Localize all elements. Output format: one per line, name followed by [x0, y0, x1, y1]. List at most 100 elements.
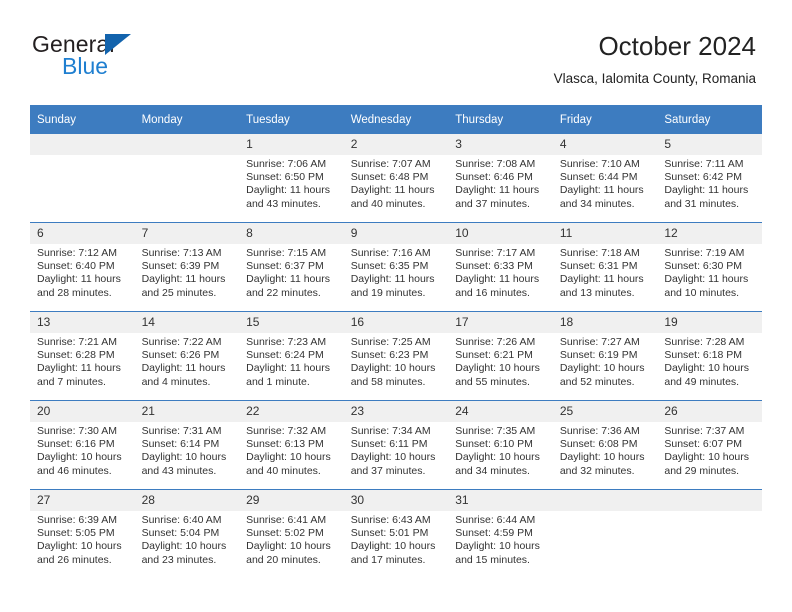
day-number: 21: [134, 401, 240, 422]
day-details: Sunrise: 7:17 AM Sunset: 6:33 PM Daylight:…: [448, 244, 553, 300]
day-cell[interactable]: 1 Sunrise: 7:06 AM Sunset: 6:50 PM Daylight…: [239, 134, 344, 223]
day-number: 26: [657, 401, 762, 422]
sunset-text: Sunset: 6:23 PM: [350, 349, 429, 362]
day-number: 29: [239, 490, 344, 511]
sunset-text: Sunset: 6:48 PM: [350, 171, 429, 184]
day-number: 19: [657, 312, 762, 333]
day-cell[interactable]: 23 Sunrise: 7:34 AM Sunset: 6:11 PM Dayligh…: [343, 400, 449, 490]
day-details: Sunrise: 7:27 AM Sunset: 6:19 PM Daylight:…: [553, 333, 658, 389]
sunset-text: Sunset: 6:24 PM: [246, 349, 324, 362]
day-cell[interactable]: 24 Sunrise: 7:35 AM Sunset: 6:10 PM Dayligh…: [448, 400, 553, 490]
day-number: 17: [448, 312, 553, 333]
calendar-week-row: 13 Sunrise: 7:21 AM Sunset: 6:28 PM Dayligh…: [30, 311, 762, 401]
sunset-text: Sunset: 6:39 PM: [141, 260, 220, 273]
day-number: 28: [134, 490, 240, 511]
day-number: 16: [343, 312, 449, 333]
day-number: 30: [343, 490, 449, 511]
daylight-text: Daylight: 10 hours and 49 minutes.: [664, 362, 750, 388]
day-cell[interactable]: 3 Sunrise: 7:08 AM Sunset: 6:46 PM Daylight…: [448, 134, 553, 223]
day-details: Sunrise: 6:40 AM Sunset: 5:04 PM Daylight:…: [135, 511, 240, 567]
daylight-text: Daylight: 11 hours and 16 minutes.: [455, 273, 540, 299]
day-cell[interactable]: 9 Sunrise: 7:16 AM Sunset: 6:35 PM Daylight…: [343, 222, 449, 312]
calendar-page: General Blue October 2024 Vlasca, Ialomi…: [0, 0, 792, 612]
day-cell[interactable]: 21 Sunrise: 7:31 AM Sunset: 6:14 PM Dayligh…: [134, 400, 240, 490]
sunset-text: Sunset: 6:37 PM: [246, 260, 324, 273]
weekday-header-wednesday: Wednesday: [343, 105, 449, 134]
day-cell[interactable]: 16 Sunrise: 7:25 AM Sunset: 6:23 PM Dayligh…: [343, 311, 449, 401]
day-number: 5: [657, 134, 762, 155]
sunset-text: Sunset: 6:13 PM: [246, 438, 324, 451]
page-header: General Blue October 2024 Vlasca, Ialomi…: [0, 0, 792, 100]
day-cell[interactable]: 11 Sunrise: 7:18 AM Sunset: 6:31 PM Dayligh…: [552, 222, 658, 312]
day-cell[interactable]: 27 Sunrise: 6:39 AM Sunset: 5:05 PM Dayligh…: [30, 489, 135, 578]
daylight-text: Daylight: 10 hours and 29 minutes.: [664, 451, 750, 477]
day-cell[interactable]: 2 Sunrise: 7:07 AM Sunset: 6:48 PM Daylight…: [343, 134, 449, 223]
weekday-header-monday: Monday: [134, 105, 240, 134]
calendar-week-row: 1 Sunrise: 7:06 AM Sunset: 6:50 PM Daylight…: [30, 134, 762, 223]
weekday-header-sunday: Sunday: [30, 105, 135, 134]
daylight-text: Daylight: 11 hours and 34 minutes.: [559, 184, 644, 210]
day-cell[interactable]: 7 Sunrise: 7:13 AM Sunset: 6:39 PM Daylight…: [134, 222, 240, 312]
day-cell[interactable]: 19 Sunrise: 7:28 AM Sunset: 6:18 PM Dayligh…: [657, 311, 762, 401]
sunset-text: Sunset: 6:44 PM: [559, 171, 638, 184]
day-cell[interactable]: 29 Sunrise: 6:41 AM Sunset: 5:02 PM Dayligh…: [239, 489, 344, 578]
daylight-text: Daylight: 10 hours and 55 minutes.: [455, 362, 540, 388]
daylight-text: Daylight: 11 hours and 19 minutes.: [350, 273, 435, 299]
day-number: [552, 490, 658, 511]
day-cell[interactable]: 22 Sunrise: 7:32 AM Sunset: 6:13 PM Dayligh…: [239, 400, 344, 490]
daylight-text: Daylight: 11 hours and 31 minutes.: [664, 184, 749, 210]
sunset-text: Sunset: 6:08 PM: [559, 438, 638, 451]
day-cell[interactable]: 14 Sunrise: 7:22 AM Sunset: 6:26 PM Dayligh…: [134, 311, 240, 401]
daylight-text: Daylight: 10 hours and 58 minutes.: [350, 362, 436, 388]
day-details: Sunrise: 7:34 AM Sunset: 6:11 PM Daylight:…: [344, 422, 449, 478]
day-number: 14: [134, 312, 240, 333]
day-details: Sunrise: 6:41 AM Sunset: 5:02 PM Daylight:…: [239, 511, 344, 567]
day-number: 2: [343, 134, 449, 155]
day-cell[interactable]: 8 Sunrise: 7:15 AM Sunset: 6:37 PM Daylight…: [239, 222, 344, 312]
daylight-text: Daylight: 10 hours and 46 minutes.: [37, 451, 122, 477]
day-cell[interactable]: 10 Sunrise: 7:17 AM Sunset: 6:33 PM Dayligh…: [448, 222, 553, 312]
day-number: [30, 134, 135, 155]
day-cell[interactable]: 4 Sunrise: 7:10 AM Sunset: 6:44 PM Daylight…: [552, 134, 658, 223]
day-cell[interactable]: 26 Sunrise: 7:37 AM Sunset: 6:07 PM Dayligh…: [657, 400, 762, 490]
day-cell[interactable]: 18 Sunrise: 7:27 AM Sunset: 6:19 PM Dayligh…: [552, 311, 658, 401]
day-details: Sunrise: 7:08 AM Sunset: 6:46 PM Daylight:…: [448, 155, 553, 211]
day-cell[interactable]: 28 Sunrise: 6:40 AM Sunset: 5:04 PM Dayligh…: [134, 489, 240, 578]
day-cell[interactable]: 25 Sunrise: 7:36 AM Sunset: 6:08 PM Dayligh…: [552, 400, 658, 490]
day-cell[interactable]: 15 Sunrise: 7:23 AM Sunset: 6:24 PM Dayligh…: [239, 311, 344, 401]
day-cell[interactable]: 31 Sunrise: 6:44 AM Sunset: 4:59 PM Dayligh…: [448, 489, 553, 578]
day-details: Sunrise: 7:18 AM Sunset: 6:31 PM Daylight:…: [553, 244, 658, 300]
daylight-text: Daylight: 11 hours and 1 minute.: [246, 362, 330, 388]
weekday-header-tuesday: Tuesday: [239, 105, 344, 134]
day-number: 15: [239, 312, 344, 333]
daylight-text: Daylight: 10 hours and 15 minutes.: [455, 540, 540, 566]
sunrise-text: Sunrise: 7:22 AM: [141, 336, 222, 348]
day-number: 8: [239, 223, 344, 244]
sunrise-text: Sunrise: 7:08 AM: [455, 158, 536, 170]
sunrise-text: Sunrise: 6:43 AM: [350, 514, 431, 526]
daylight-text: Daylight: 11 hours and 22 minutes.: [246, 273, 330, 299]
day-cell[interactable]: 17 Sunrise: 7:26 AM Sunset: 6:21 PM Dayligh…: [448, 311, 553, 401]
day-cell-empty: [30, 134, 135, 223]
logo-text-blue: Blue: [62, 53, 109, 79]
day-details: Sunrise: 7:30 AM Sunset: 6:16 PM Daylight:…: [30, 422, 135, 478]
daylight-text: Daylight: 10 hours and 40 minutes.: [246, 451, 331, 477]
sunset-text: Sunset: 6:50 PM: [246, 171, 324, 184]
daylight-text: Daylight: 11 hours and 4 minutes.: [141, 362, 226, 388]
day-cell[interactable]: 6 Sunrise: 7:12 AM Sunset: 6:40 PM Daylight…: [30, 222, 135, 312]
day-cell-empty: [134, 134, 240, 223]
sunset-text: Sunset: 6:35 PM: [350, 260, 429, 273]
day-cell[interactable]: 30 Sunrise: 6:43 AM Sunset: 5:01 PM Dayligh…: [343, 489, 449, 578]
day-number: 18: [552, 312, 658, 333]
sunrise-text: Sunrise: 7:27 AM: [559, 336, 640, 348]
daylight-text: Daylight: 11 hours and 40 minutes.: [350, 184, 435, 210]
day-cell[interactable]: 5 Sunrise: 7:11 AM Sunset: 6:42 PM Daylight…: [657, 134, 762, 223]
day-cell[interactable]: 13 Sunrise: 7:21 AM Sunset: 6:28 PM Dayligh…: [30, 311, 135, 401]
sunrise-text: Sunrise: 7:06 AM: [246, 158, 327, 170]
day-cell[interactable]: 12 Sunrise: 7:19 AM Sunset: 6:30 PM Dayligh…: [657, 222, 762, 312]
day-details: Sunrise: 6:44 AM Sunset: 4:59 PM Daylight:…: [448, 511, 553, 567]
sunrise-text: Sunrise: 7:34 AM: [350, 425, 431, 437]
sunrise-text: Sunrise: 7:36 AM: [559, 425, 640, 437]
day-cell[interactable]: 20 Sunrise: 7:30 AM Sunset: 6:16 PM Dayligh…: [30, 400, 135, 490]
day-details: Sunrise: 6:43 AM Sunset: 5:01 PM Daylight:…: [344, 511, 449, 567]
